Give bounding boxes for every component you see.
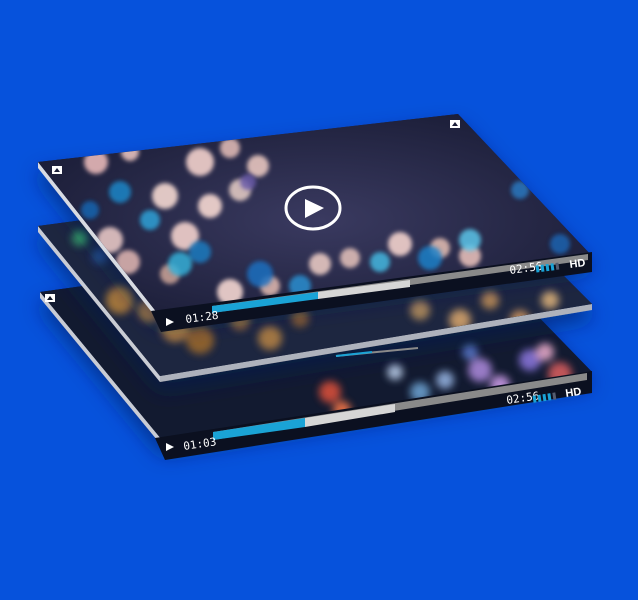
- logo-icon: [52, 166, 62, 174]
- mockup-canvas: 01:03 02:56 HD 01:28 02:56 HD: [38, 114, 592, 460]
- hd-badge[interactable]: HD: [569, 257, 586, 271]
- hd-badge[interactable]: HD: [565, 386, 583, 400]
- layered-video-player-mockup: 01:03 02:56 HD 01:28 02:56 HD: [0, 0, 638, 600]
- logo-icon: [45, 294, 55, 302]
- corner-logo-icon: [450, 120, 460, 128]
